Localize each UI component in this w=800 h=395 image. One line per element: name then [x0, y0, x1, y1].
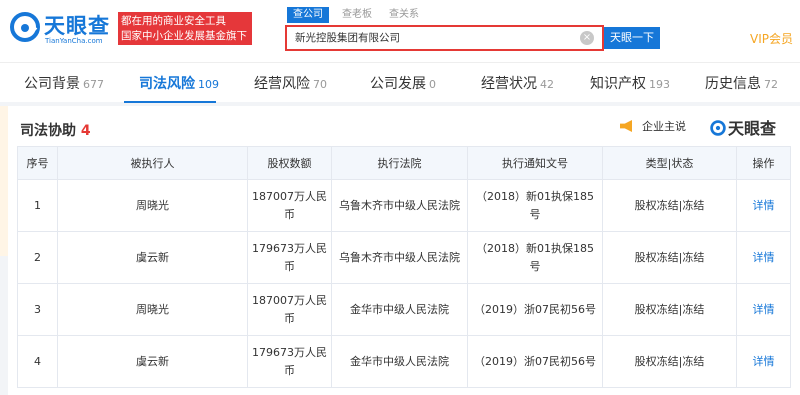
top-header: 天眼查 TianYanCha.com 都在用的商业安全工具 国家中小企业发展基金… — [0, 0, 800, 62]
cell-court: 乌鲁木齐市中级人民法院 — [331, 179, 468, 232]
search-tab-company[interactable]: 查公司 — [287, 7, 329, 23]
tab-label: 公司发展 — [370, 76, 426, 92]
cell-status: 股权冻结|冻结 — [602, 179, 737, 232]
tab-count: 70 — [313, 78, 327, 91]
col-header-action: 操作 — [736, 146, 791, 180]
search-box: × — [285, 25, 604, 51]
tab-count: 677 — [83, 78, 104, 91]
col-header-amount: 股权数额 — [247, 146, 332, 180]
section-title-text: 司法协助 — [20, 123, 76, 139]
details-link[interactable]: 详情 — [736, 283, 791, 336]
cell-status: 股权冻结|冻结 — [602, 231, 737, 284]
clear-icon[interactable]: × — [580, 31, 594, 45]
slogan-line-1: 都在用的商业安全工具 — [121, 15, 226, 27]
tab-operating-status[interactable]: 经营状况 42 — [481, 73, 554, 93]
cell-court: 金华市中级人民法院 — [331, 335, 468, 388]
slogan-line-2: 国家中小企业发展基金旗下 — [121, 30, 247, 42]
cell-person: 虞云新 — [57, 335, 248, 388]
cell-court: 乌鲁木齐市中级人民法院 — [331, 231, 468, 284]
cell-doc: （2019）浙07民初56号 — [467, 335, 603, 388]
tab-label: 经营状况 — [481, 76, 537, 92]
judicial-assistance-panel: 司法协助 4 企业主说 天眼查 序号 被执行人 股权数额 执行法院 执行通知文号… — [8, 106, 800, 395]
owner-says-label: 企业主说 — [642, 120, 686, 133]
details-link[interactable]: 详情 — [736, 335, 791, 388]
tab-count: 0 — [429, 78, 436, 91]
search-button[interactable]: 天眼一下 — [604, 27, 660, 49]
cell-doc: （2018）新01执保185号 — [467, 231, 603, 284]
tab-label: 历史信息 — [705, 76, 761, 92]
left-side-strip — [0, 106, 8, 256]
watermark-logo: 天眼查 — [710, 115, 776, 139]
tab-operating-risk[interactable]: 经营风险 70 — [254, 73, 327, 93]
tab-count: 72 — [764, 78, 778, 91]
tab-company-development[interactable]: 公司发展 0 — [370, 73, 436, 93]
table-row: 1 周晓光 187007万人民币 乌鲁木齐市中级人民法院 （2018）新01执保… — [17, 179, 791, 232]
tab-company-background[interactable]: 公司背景 677 — [24, 73, 104, 93]
cell-no: 4 — [17, 335, 58, 388]
tab-history[interactable]: 历史信息 72 — [705, 73, 778, 93]
tab-count: 193 — [649, 78, 670, 91]
tab-label: 经营风险 — [254, 76, 310, 92]
tab-label: 知识产权 — [590, 76, 646, 92]
details-link[interactable]: 详情 — [736, 231, 791, 284]
tab-count: 42 — [540, 78, 554, 91]
vip-link[interactable]: VIP会员 — [750, 30, 793, 47]
tab-label: 司法风险 — [139, 76, 195, 92]
tab-label: 公司背景 — [24, 76, 80, 92]
category-tabs: 公司背景 677 司法风险 109 经营风险 70 公司发展 0 经营状况 42 知识产权… — [0, 62, 800, 103]
cell-person: 周晓光 — [57, 179, 248, 232]
cell-person: 虞云新 — [57, 231, 248, 284]
table-row: 2 虞云新 179673万人民币 乌鲁木齐市中级人民法院 （2018）新01执保… — [17, 231, 791, 284]
owner-says-link[interactable]: 企业主说 — [620, 118, 686, 134]
col-header-person: 被执行人 — [57, 146, 248, 180]
cell-status: 股权冻结|冻结 — [602, 335, 737, 388]
col-header-doc: 执行通知文号 — [467, 146, 603, 180]
cell-person: 周晓光 — [57, 283, 248, 336]
logo-mark-icon — [10, 12, 40, 42]
tab-count: 109 — [198, 78, 219, 91]
slogan-banner[interactable]: 都在用的商业安全工具 国家中小企业发展基金旗下 — [118, 12, 252, 45]
cell-amount: 179673万人民币 — [247, 231, 332, 284]
megaphone-icon — [620, 120, 632, 132]
watermark-text: 天眼查 — [728, 119, 777, 138]
logo-domain: TianYanCha.com — [45, 37, 103, 45]
cell-amount: 179673万人民币 — [247, 335, 332, 388]
search-tab-boss[interactable]: 查老板 — [342, 7, 372, 23]
active-tab-indicator — [124, 101, 216, 103]
logo-mark-icon — [710, 120, 726, 136]
cell-doc: （2018）新01执保185号 — [467, 179, 603, 232]
col-header-no: 序号 — [17, 146, 58, 180]
cell-no: 3 — [17, 283, 58, 336]
tianyancha-logo[interactable]: 天眼查 TianYanCha.com — [10, 10, 115, 52]
tab-intellectual-property[interactable]: 知识产权 193 — [590, 73, 670, 93]
cell-no: 2 — [17, 231, 58, 284]
col-header-court: 执行法院 — [331, 146, 468, 180]
section-title: 司法协助 4 — [20, 120, 91, 140]
judicial-assistance-table: 序号 被执行人 股权数额 执行法院 执行通知文号 类型|状态 操作 1 周晓光 … — [17, 146, 791, 388]
cell-no: 1 — [17, 179, 58, 232]
table-row: 4 虞云新 179673万人民币 金华市中级人民法院 （2019）浙07民初56… — [17, 335, 791, 388]
cell-amount: 187007万人民币 — [247, 283, 332, 336]
cell-amount: 187007万人民币 — [247, 179, 332, 232]
table-header-row: 序号 被执行人 股权数额 执行法院 执行通知文号 类型|状态 操作 — [17, 146, 791, 180]
table-row: 3 周晓光 187007万人民币 金华市中级人民法院 （2019）浙07民初56… — [17, 283, 791, 336]
cell-court: 金华市中级人民法院 — [331, 283, 468, 336]
section-count: 4 — [80, 123, 91, 139]
tab-judicial-risk[interactable]: 司法风险 109 — [139, 73, 219, 93]
details-link[interactable]: 详情 — [736, 179, 791, 232]
search-input[interactable] — [295, 27, 575, 49]
cell-doc: （2019）浙07民初56号 — [467, 283, 603, 336]
search-tab-relation[interactable]: 查关系 — [389, 7, 419, 23]
cell-status: 股权冻结|冻结 — [602, 283, 737, 336]
col-header-status: 类型|状态 — [602, 146, 737, 180]
logo-text: 天眼查 — [44, 14, 110, 38]
